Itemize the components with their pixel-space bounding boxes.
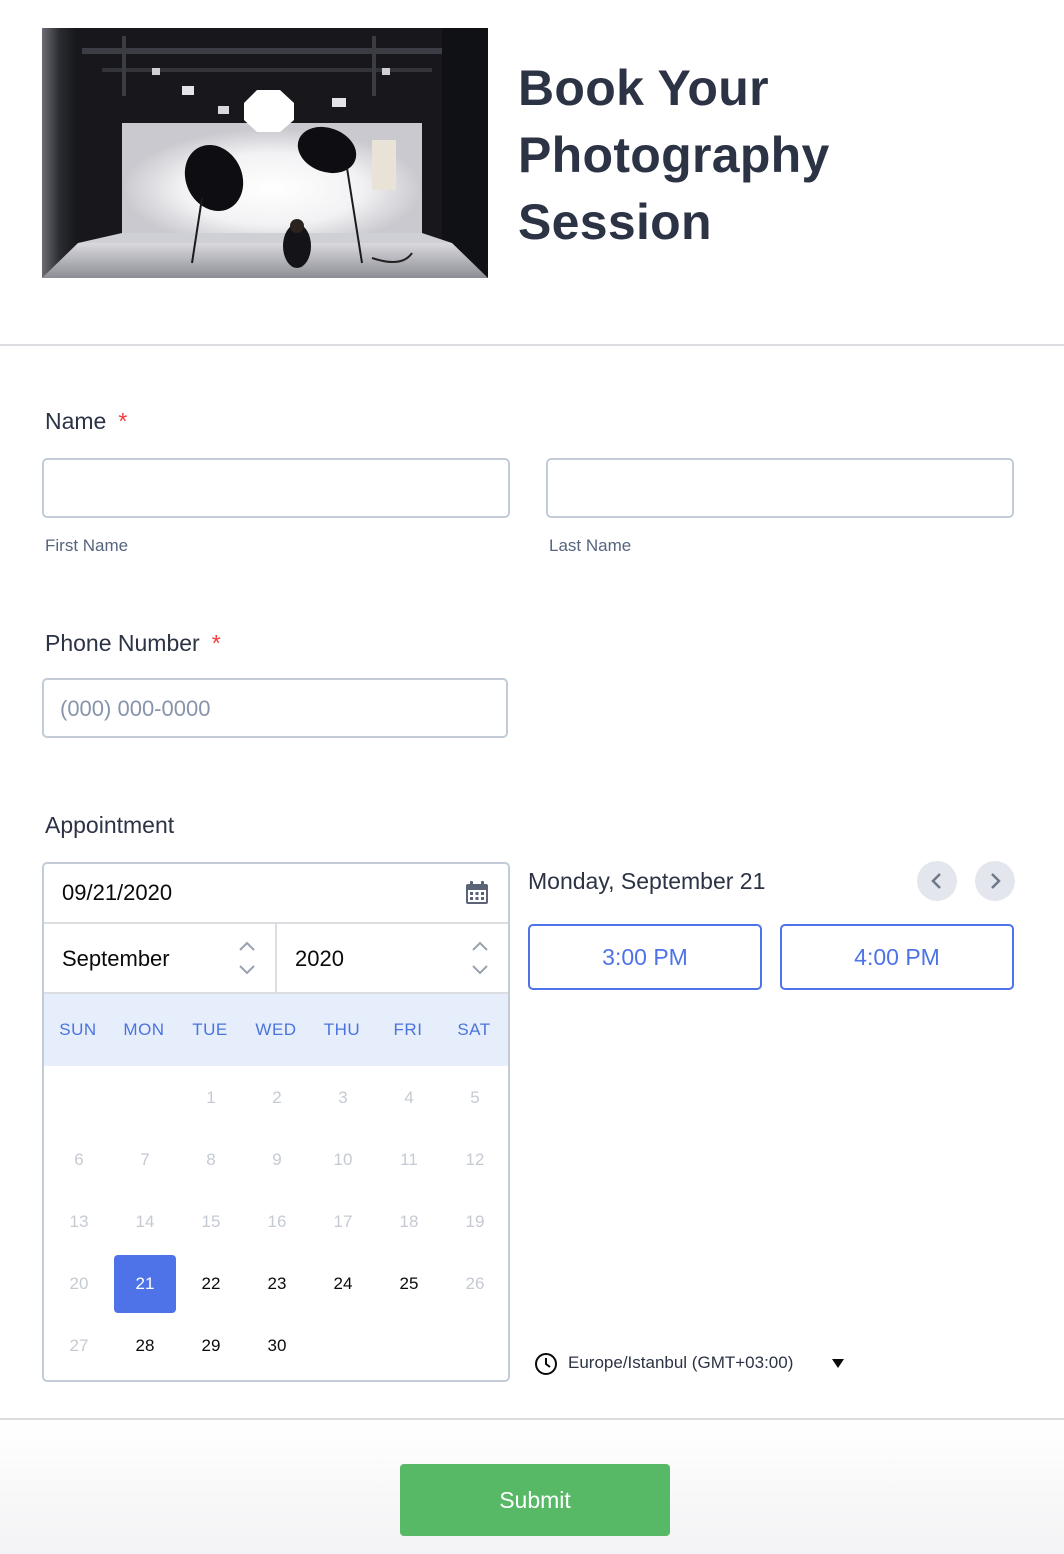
next-day-button[interactable] [975,861,1015,901]
calendar-day[interactable]: 29 [180,1317,242,1375]
calendar-day: 9 [272,1150,282,1169]
calendar-day: 12 [465,1150,485,1169]
year-value: 2020 [295,946,344,971]
month-year-row: September 2020 [44,924,508,994]
selected-date-heading: Monday, September 21 [528,868,766,894]
calendar-day: 19 [465,1212,485,1231]
calendar-day: 7 [140,1150,150,1169]
phone-label-text: Phone Number [45,630,200,656]
year-select[interactable]: 2020 [277,924,508,992]
calendar-day[interactable]: 25 [378,1255,440,1313]
chevron-right-icon [991,873,1001,889]
calendar-day: 20 [69,1274,89,1293]
first-name-sublabel: First Name [45,536,129,555]
previous-day-button[interactable] [917,861,957,901]
last-name-sublabel: Last Name [549,536,632,555]
caret-down-icon [832,1359,844,1368]
month-value: September [62,946,170,971]
date-value: 09/21/2020 [62,880,173,905]
calendar-day: 5 [470,1088,480,1107]
timezone-label: Europe/Istanbul (GMT+03:00) [568,1353,794,1372]
time-slot-button[interactable]: 4:00 PM [780,924,1014,990]
last-name-input[interactable] [546,458,1014,518]
updown-chevron-icon [472,941,488,975]
calendar-day[interactable]: 21 [114,1255,176,1313]
phone-placeholder: (000) 000-0000 [60,696,211,721]
page-title: Book Your Photography Session [518,55,938,256]
calendar-day: 4 [404,1088,414,1107]
calendar-day: 6 [74,1150,84,1169]
weekday-label: SAT [457,1020,491,1039]
required-mark: * [118,408,128,434]
appointment-label: Appointment [45,812,175,838]
calendar-day: 15 [201,1212,221,1231]
calendar-day: 2 [272,1088,282,1107]
photography-studio-image [42,28,488,278]
calendar-day: 13 [69,1212,89,1231]
weekday-label: SUN [59,1020,97,1039]
calendar-day[interactable]: 30 [246,1317,308,1375]
weekday-header: SUN MON TUE WED THU FRI SAT [44,994,508,1066]
calendar-day[interactable]: 28 [114,1317,176,1375]
calendar-day: 8 [206,1150,216,1169]
weekday-label: WED [255,1020,297,1039]
time-slot-button[interactable]: 3:00 PM [528,924,762,990]
title-line: Photography [518,127,830,183]
calendar-day: 16 [267,1212,287,1231]
calendar-day: 18 [399,1212,419,1231]
calendar-day[interactable]: 22 [180,1255,242,1313]
calendar-day[interactable]: 24 [312,1255,374,1313]
first-name-input[interactable] [42,458,510,518]
month-select[interactable]: September [44,924,277,992]
calendar-day: 17 [333,1212,353,1231]
weekday-label: FRI [393,1020,423,1039]
weekday-label: THU [323,1020,361,1039]
calendar-day: 14 [135,1212,155,1231]
name-label-text: Name [45,408,107,434]
calendar-day: 3 [338,1088,348,1107]
calendar-day[interactable]: 23 [246,1255,308,1313]
calendar-day: 10 [333,1150,353,1169]
chevron-left-icon [931,873,941,889]
calendar-day: 11 [400,1150,418,1169]
submit-button[interactable]: Submit [400,1464,670,1536]
updown-chevron-icon [239,941,255,975]
form-header: Book Your Photography Session [0,0,1064,346]
weekday-label: TUE [192,1020,228,1039]
calendar-day: 1 [206,1088,216,1107]
calendar-icon[interactable] [464,880,490,906]
calendar-day: 26 [465,1274,485,1293]
title-line: Book Your [518,60,769,116]
date-input[interactable]: 09/21/2020 [44,864,508,924]
calendar-day: 27 [69,1336,89,1355]
weekday-label: MON [123,1020,165,1039]
name-label: Name * [45,408,127,435]
clock-icon [535,1353,557,1375]
phone-number-input[interactable]: (000) 000-0000 [42,678,508,738]
date-picker: 09/21/2020 September 2020 SUN MON TUE WE… [42,862,510,1382]
required-mark: * [211,630,221,656]
phone-label: Phone Number * [45,630,221,657]
title-line: Session [518,194,712,250]
